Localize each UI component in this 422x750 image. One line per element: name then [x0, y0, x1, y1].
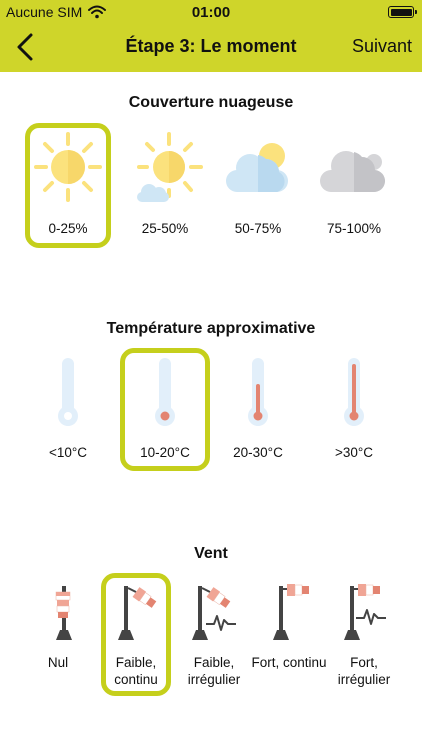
temperature-title: Température approximative — [106, 320, 316, 337]
status-bar: Aucune SIM 01:00 — [0, 4, 422, 24]
wind-title: Vent — [194, 545, 228, 562]
temperature-option-20-30[interactable]: 20-30°C — [208, 354, 308, 461]
cloud-sun-icon — [226, 143, 288, 192]
cloud-option-25-50[interactable]: 25-50% — [115, 130, 215, 237]
cloud-option-label: 25-50% — [141, 221, 189, 236]
wind-option-label: Nul — [47, 655, 69, 670]
thermometer-high-icon — [344, 358, 364, 426]
temperature-option-10-20[interactable]: 10-20°C — [115, 354, 215, 461]
cloud-option-label: 0-25% — [48, 221, 88, 236]
navigation-bar: Étape 3: Le moment Suivant — [0, 28, 422, 68]
cloud-option-label: 75-100% — [326, 221, 382, 236]
carrier-info: Aucune SIM — [6, 4, 107, 20]
grey-cloud-icon — [320, 151, 386, 193]
temperature-option-under-10[interactable]: <10°C — [18, 354, 118, 461]
carrier-label: Aucune SIM — [6, 4, 83, 20]
wind-option-label: Fort, continu — [251, 655, 327, 670]
sun-icon — [34, 132, 102, 202]
next-button[interactable]: Suivant — [352, 36, 412, 57]
sun-small-cloud-icon — [137, 132, 203, 202]
cloud-option-0-25[interactable]: 0-25% — [18, 130, 118, 237]
temperature-option-label: <10°C — [48, 445, 88, 460]
wind-option-light-steady[interactable]: Faible, continu — [96, 580, 176, 688]
cloud-cover-title: Couverture nuageuse — [128, 94, 294, 111]
cloud-option-50-75[interactable]: 50-75% — [208, 130, 308, 237]
windsock-strong-steady-icon — [273, 584, 309, 640]
wind-option-label: Faible, irrégulier — [187, 655, 241, 687]
temperature-option-label: 20-30°C — [233, 445, 283, 460]
wifi-icon — [88, 5, 107, 19]
back-chevron-icon[interactable] — [12, 32, 42, 62]
thermometer-empty-icon — [58, 358, 78, 426]
wind-option-label: Fort, irrégulier — [337, 655, 391, 687]
thermometer-low-icon — [155, 358, 175, 426]
windsock-calm-icon — [55, 586, 72, 640]
battery-icon — [388, 6, 417, 18]
windsock-strong-gusty-icon — [344, 584, 386, 640]
wind-option-strong-gusty[interactable]: Fort, irrégulier — [324, 580, 404, 688]
wind-option-calm[interactable]: Nul — [18, 580, 98, 671]
wind-option-strong-steady[interactable]: Fort, continu — [249, 580, 329, 671]
wind-option-light-gusty[interactable]: Faible, irrégulier — [174, 580, 254, 688]
cloud-option-75-100[interactable]: 75-100% — [304, 130, 404, 237]
thermometer-mid-icon — [248, 358, 268, 426]
wind-option-label: Faible, continu — [114, 655, 158, 687]
cloud-option-label: 50-75% — [234, 221, 282, 236]
temperature-option-label: >30°C — [334, 445, 374, 460]
windsock-light-gusty-icon — [192, 586, 236, 640]
temperature-option-label: 10-20°C — [140, 445, 190, 460]
windsock-light-steady-icon — [118, 586, 157, 640]
top-bar: Aucune SIM 01:00 Étape 3: Le moment Suiv… — [0, 0, 422, 72]
temperature-option-over-30[interactable]: >30°C — [304, 354, 404, 461]
